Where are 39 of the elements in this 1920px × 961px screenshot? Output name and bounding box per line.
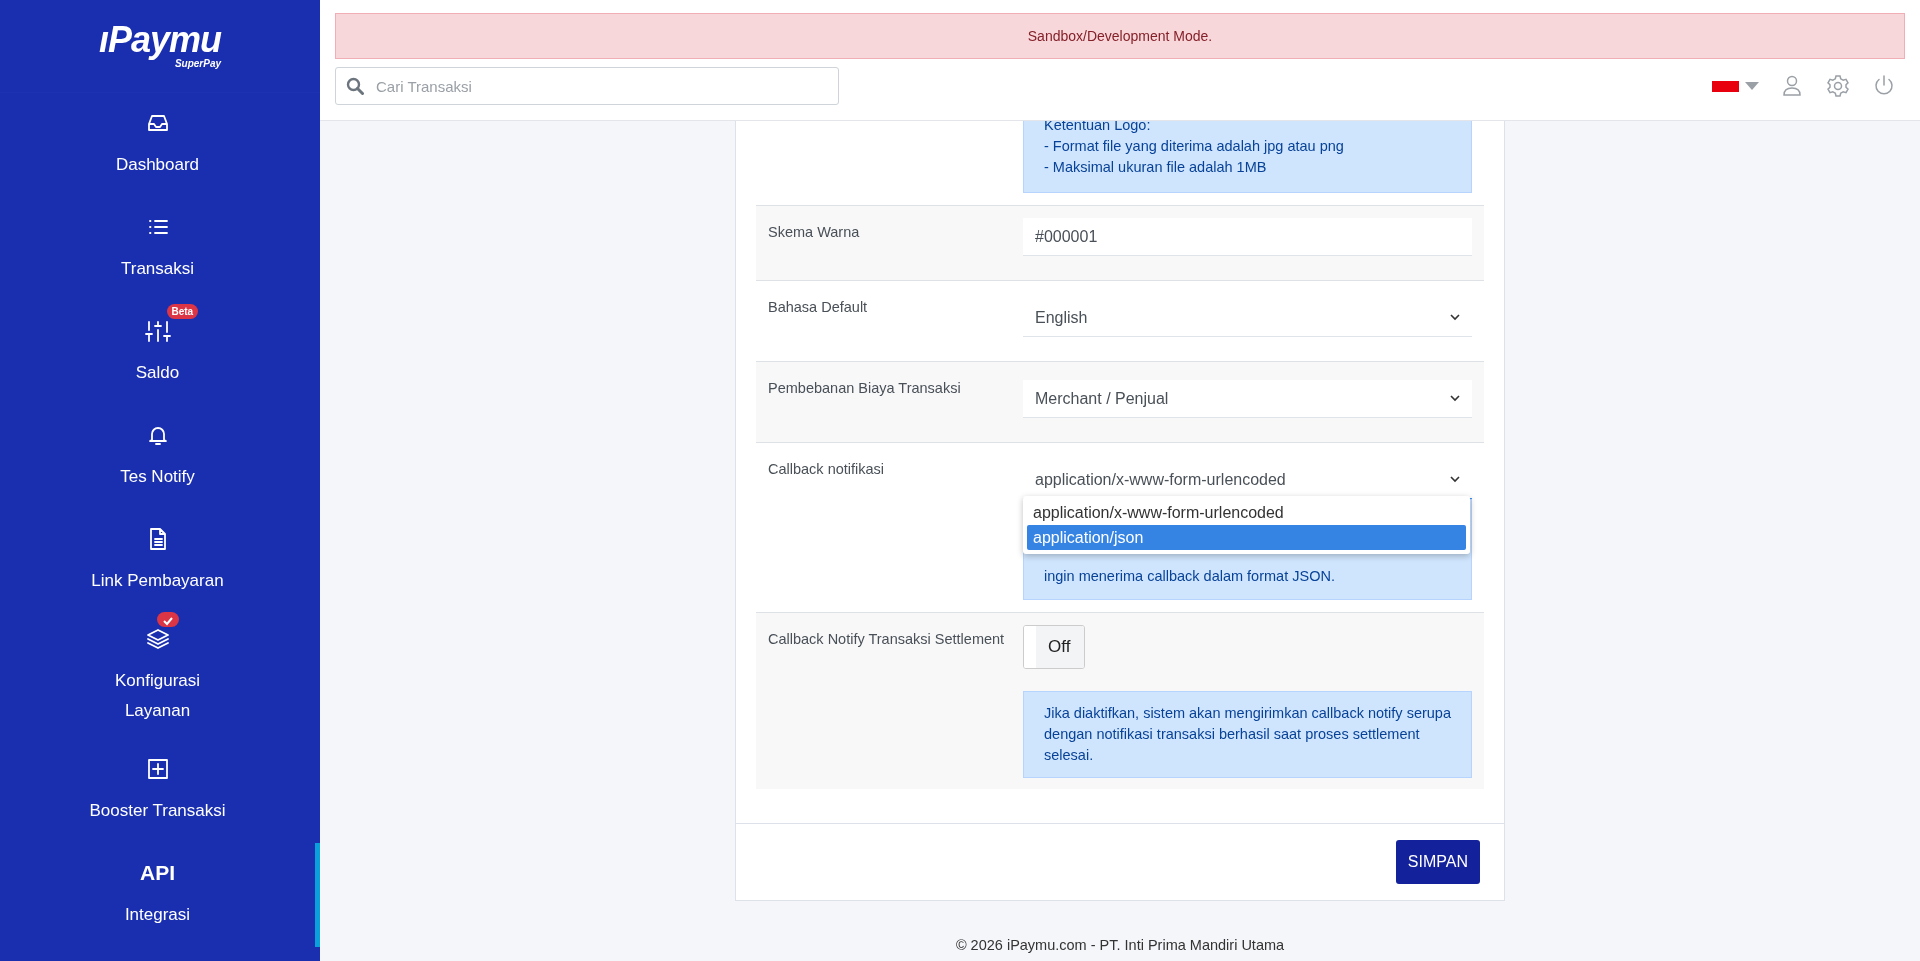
field-label: Bahasa Default <box>768 299 868 315</box>
sidebar-item[interactable]: Konfigurasi Layanan <box>0 613 320 739</box>
sidebar-item[interactable]: Link Pembayaran <box>0 509 320 613</box>
field-label: Callback Notify Transaksi Settlement <box>768 631 1005 647</box>
save-button[interactable]: SIMPAN <box>1395 840 1480 884</box>
sidebar-item[interactable]: API Integrasi <box>0 843 320 947</box>
info-text: - Maksimal ukuran file adalah 1MB <box>1044 158 1268 177</box>
select-field[interactable]: Merchant / Penjual <box>1023 380 1472 418</box>
sidebar-item[interactable]: Booster Transaksi <box>0 739 320 843</box>
api-label: API <box>140 860 175 887</box>
sidebar-item[interactable]: Transaksi <box>0 197 320 301</box>
settings-icon[interactable] <box>1825 73 1851 99</box>
info-text: - Format file yang diterima adalah jpg atau png <box>1044 137 1345 156</box>
sidebar-item[interactable]: Dashboard <box>0 93 320 197</box>
field-label: Pembebanan Biaya Transaksi <box>768 380 961 396</box>
layers-icon <box>144 627 171 652</box>
caret-icon <box>1745 82 1759 90</box>
chevron-down-icon <box>1450 395 1460 402</box>
text-field[interactable]: #000001 <box>1023 218 1472 256</box>
chevron-down-icon <box>1450 314 1460 321</box>
footer-text: © 2026 iPaymu.com - PT. Inti Prima Mandiri Utama <box>954 936 1286 955</box>
chevron-down-icon <box>1450 476 1460 483</box>
info-text: Jika diaktifkan, sistem akan mengirimkan callback notify serupa dengan notifikasi transaksi berhasil saat proses settlement selesai. <box>1044 704 1451 765</box>
sliders-icon <box>144 319 171 344</box>
language-dropdown[interactable] <box>1712 80 1759 92</box>
flag-icon <box>1712 80 1739 92</box>
field-label: Callback notifikasi <box>768 461 885 477</box>
sidebar-item[interactable]: Beta Saldo <box>0 301 320 405</box>
field-label: Skema Warna <box>768 224 860 240</box>
sidebar-item[interactable]: Tes Notify <box>0 405 320 509</box>
check-badge <box>156 612 179 628</box>
beta-badge: Beta <box>166 304 199 320</box>
search-field[interactable]: Cari Transaksi <box>335 67 839 105</box>
dropdown-option[interactable]: application/json <box>1027 525 1466 550</box>
alert-banner: Sandbox/Development Mode. <box>335 13 1905 59</box>
logo: ıPaymu SuperPay <box>98 21 222 71</box>
toggle-switch[interactable]: Off <box>1023 625 1086 669</box>
dropdown-option[interactable]: application/x-www-form-urlencoded <box>1027 500 1466 525</box>
info-text: ingin menerima callback dalam format JSON. <box>1044 567 1336 586</box>
